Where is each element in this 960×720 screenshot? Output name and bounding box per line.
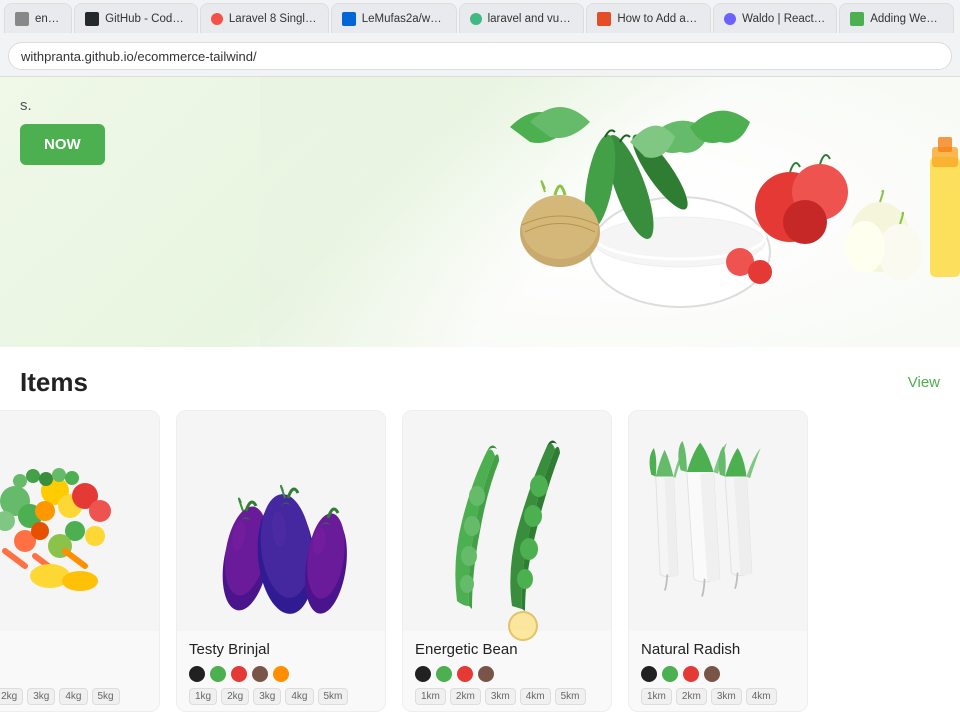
color-dot-black[interactable]: [641, 666, 657, 682]
weight-4km[interactable]: 4km: [746, 688, 777, 705]
weight-3kg[interactable]: 3kg: [253, 688, 281, 705]
hero-section: s. NOW: [0, 77, 960, 347]
color-dot-brown[interactable]: [478, 666, 494, 682]
weight-tags-mixed-veg: 1kg 2kg 3kg 4kg 5kg: [0, 688, 147, 705]
product-card-brinjal[interactable]: Testy Brinjal 1kg 2kg 3kg 4kg 5km: [176, 410, 386, 712]
product-name-radish: Natural Radish: [641, 641, 795, 658]
product-info-radish: Natural Radish 1km 2km 3km 4km: [629, 631, 807, 711]
tab-favicon-webview: [850, 12, 864, 26]
weight-1km[interactable]: 1km: [415, 688, 446, 705]
color-dots-bean: [415, 666, 599, 682]
tab-favicon-laravelvue: [470, 13, 482, 25]
page-content: s. NOW: [0, 77, 960, 712]
color-dot-red[interactable]: [457, 666, 473, 682]
weight-3kg[interactable]: 3kg: [27, 688, 55, 705]
tab-title-coupon: How to Add a Coup...: [617, 13, 700, 25]
weight-4km[interactable]: 4km: [520, 688, 551, 705]
weight-5km[interactable]: 5km: [318, 688, 349, 705]
color-dot-black[interactable]: [189, 666, 205, 682]
tab-webview[interactable]: Adding WebView...: [839, 3, 954, 33]
color-dot-amber[interactable]: [273, 666, 289, 682]
color-dot-brown[interactable]: [704, 666, 720, 682]
weight-tags-radish: 1km 2km 3km 4km: [641, 688, 795, 705]
section-title: Items: [20, 367, 88, 398]
weight-5km[interactable]: 5km: [555, 688, 586, 705]
tab-favicon-engel: [15, 12, 29, 26]
tab-favicon-laravel8: [211, 13, 223, 25]
product-name-mixed-veg: table: [0, 641, 147, 658]
product-image-radish: [629, 411, 807, 631]
weight-1km[interactable]: 1km: [641, 688, 672, 705]
hero-cta-button[interactable]: NOW: [20, 124, 105, 165]
product-card-radish[interactable]: Natural Radish 1km 2km 3km 4km: [628, 410, 808, 712]
tab-title-webview: Adding WebView...: [870, 13, 943, 25]
view-all-link[interactable]: View: [908, 374, 940, 391]
hero-text-area: s. NOW: [20, 97, 105, 165]
weight-4kg[interactable]: 4kg: [59, 688, 87, 705]
hero-image: [260, 77, 960, 347]
product-card-mixed-veg[interactable]: table 1kg 2kg 3kg 4kg 5kg: [0, 410, 160, 712]
color-dots-brinjal: [189, 666, 373, 682]
tab-github[interactable]: GitHub - Code-Pop...: [74, 3, 198, 33]
weight-5kg[interactable]: 5kg: [92, 688, 120, 705]
color-dot-green[interactable]: [662, 666, 678, 682]
weight-3km[interactable]: 3km: [485, 688, 516, 705]
tab-title-lemufas: LeMufas2a/wabi-de...: [362, 13, 446, 25]
tab-favicon-coupon: [597, 12, 611, 26]
product-image-bean: [403, 411, 611, 631]
weight-2kg[interactable]: 2kg: [0, 688, 23, 705]
weight-2km[interactable]: 2km: [676, 688, 707, 705]
color-dots-mixed-veg: [0, 666, 147, 682]
product-image-brinjal: [177, 411, 385, 631]
product-card-bean[interactable]: Energetic Bean 1km 2km 3km 4km 5km: [402, 410, 612, 712]
product-name-bean: Energetic Bean: [415, 641, 599, 658]
tab-waldo[interactable]: Waldo | React Nativ...: [713, 3, 837, 33]
tab-laravelvue[interactable]: laravel and vue.js pr...: [459, 3, 585, 33]
tab-title-laravelvue: laravel and vue.js pr...: [488, 13, 574, 25]
color-dot-brown[interactable]: [252, 666, 268, 682]
tab-lemufas[interactable]: LeMufas2a/wabi-de...: [331, 3, 457, 33]
address-bar[interactable]: withpranta.github.io/ecommerce-tailwind/: [8, 42, 952, 70]
weight-tags-brinjal: 1kg 2kg 3kg 4kg 5km: [189, 688, 373, 705]
tab-favicon-github: [85, 12, 99, 26]
color-dots-radish: [641, 666, 795, 682]
product-info-bean: Energetic Bean 1km 2km 3km 4km 5km: [403, 631, 611, 711]
products-row: table 1kg 2kg 3kg 4kg 5kg: [0, 410, 960, 712]
tab-title-laravel8: Laravel 8 Single Pag...: [229, 13, 318, 25]
product-name-brinjal: Testy Brinjal: [189, 641, 373, 658]
hero-subtext: s.: [20, 97, 105, 114]
color-dot-red[interactable]: [683, 666, 699, 682]
color-dot-green[interactable]: [436, 666, 452, 682]
section-header: Items View: [0, 347, 960, 410]
weight-4kg[interactable]: 4kg: [285, 688, 313, 705]
weight-2km[interactable]: 2km: [450, 688, 481, 705]
tab-engel[interactable]: engel...: [4, 3, 72, 33]
tabs-row: engel... GitHub - Code-Pop... Laravel 8 …: [0, 0, 960, 36]
weight-2kg[interactable]: 2kg: [221, 688, 249, 705]
browser-chrome: engel... GitHub - Code-Pop... Laravel 8 …: [0, 0, 960, 77]
weight-1kg[interactable]: 1kg: [189, 688, 217, 705]
tab-title-engel: engel...: [35, 13, 61, 25]
color-dot-green[interactable]: [210, 666, 226, 682]
product-image-mixed-veg: [0, 411, 159, 631]
tab-favicon-lemufas: [342, 12, 356, 26]
tab-favicon-waldo: [724, 13, 736, 25]
tab-title-waldo: Waldo | React Nativ...: [742, 13, 826, 25]
color-dot-red[interactable]: [231, 666, 247, 682]
tab-title-github: GitHub - Code-Pop...: [105, 13, 187, 25]
color-dot-black[interactable]: [415, 666, 431, 682]
tab-laravel8[interactable]: Laravel 8 Single Pag...: [200, 3, 329, 33]
address-text: withpranta.github.io/ecommerce-tailwind/: [21, 49, 257, 64]
weight-tags-bean: 1km 2km 3km 4km 5km: [415, 688, 599, 705]
product-info-mixed-veg: table 1kg 2kg 3kg 4kg 5kg: [0, 631, 159, 711]
weight-3km[interactable]: 3km: [711, 688, 742, 705]
product-info-brinjal: Testy Brinjal 1kg 2kg 3kg 4kg 5km: [177, 631, 385, 711]
tab-coupon[interactable]: How to Add a Coup...: [586, 3, 711, 33]
